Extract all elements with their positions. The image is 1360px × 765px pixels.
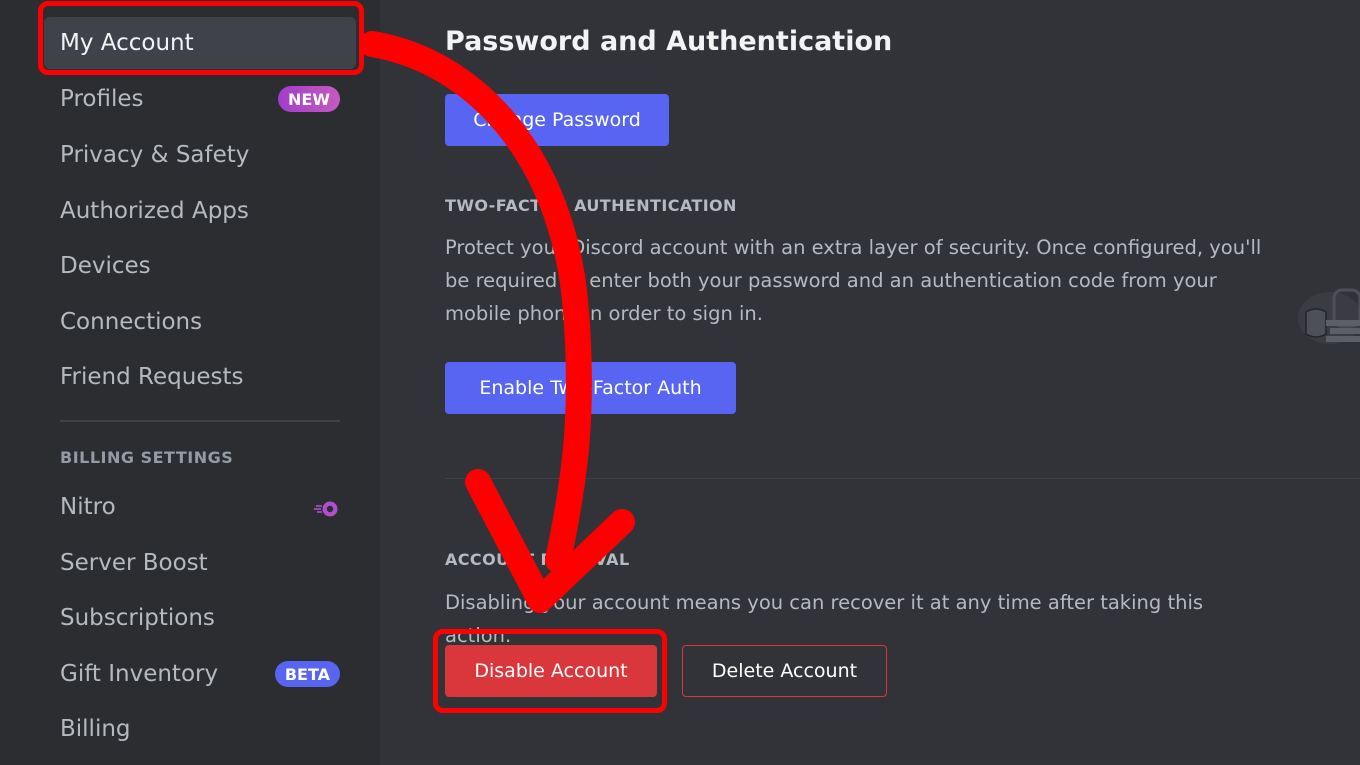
nitro-icon bbox=[314, 498, 340, 517]
sidebar-item-privacy-safety[interactable]: Privacy & Safety bbox=[44, 129, 356, 181]
page-title: Password and Authentication bbox=[445, 26, 893, 57]
sidebar-item-label: Nitro bbox=[60, 494, 116, 520]
two-factor-header: TWO-FACTOR AUTHENTICATION bbox=[445, 196, 737, 215]
sidebar-item-label: Server Boost bbox=[60, 550, 208, 576]
sidebar-item-label: Authorized Apps bbox=[60, 198, 249, 224]
sidebar-item-server-boost[interactable]: Server Boost bbox=[44, 537, 356, 589]
sidebar-divider bbox=[60, 420, 340, 422]
sidebar-item-label: Gift Inventory bbox=[60, 661, 219, 687]
beta-badge: BETA bbox=[274, 661, 340, 687]
account-removal-header: ACCOUNT REMOVAL bbox=[445, 550, 630, 569]
billing-settings-header: BILLING SETTINGS bbox=[60, 448, 234, 467]
enable-two-factor-button[interactable]: Enable Two-Factor Auth bbox=[445, 362, 736, 414]
disable-account-button[interactable]: Disable Account bbox=[445, 645, 657, 697]
sidebar-item-label: Privacy & Safety bbox=[60, 142, 250, 168]
sidebar-item-billing[interactable]: Billing bbox=[44, 703, 356, 755]
sidebar-item-my-account[interactable]: My Account bbox=[44, 17, 356, 69]
sidebar-item-label: Connections bbox=[60, 309, 203, 335]
sidebar-item-profiles[interactable]: Profiles NEW bbox=[44, 73, 356, 125]
sidebar-item-label: My Account bbox=[60, 30, 194, 56]
two-factor-description: Protect your Discord account with an ext… bbox=[445, 236, 1262, 325]
sidebar-item-subscriptions[interactable]: Subscriptions bbox=[44, 592, 356, 644]
sidebar-item-label: Profiles bbox=[60, 86, 144, 112]
sidebar-item-nitro[interactable]: Nitro bbox=[44, 481, 356, 533]
sidebar-item-label: Friend Requests bbox=[60, 364, 244, 390]
sidebar-item-devices[interactable]: Devices bbox=[44, 240, 356, 292]
sidebar-item-label: Subscriptions bbox=[60, 605, 215, 631]
section-divider bbox=[445, 478, 1360, 479]
sidebar-item-friend-requests[interactable]: Friend Requests bbox=[44, 351, 356, 403]
sidebar-item-gift-inventory[interactable]: Gift Inventory BETA bbox=[44, 648, 356, 700]
sidebar-item-authorized-apps[interactable]: Authorized Apps bbox=[44, 185, 356, 237]
delete-account-button[interactable]: Delete Account bbox=[682, 645, 887, 697]
sidebar-item-label: Billing bbox=[60, 716, 131, 742]
change-password-button[interactable]: Change Password bbox=[445, 94, 669, 146]
new-badge: NEW bbox=[278, 86, 340, 112]
sidebar-item-connections[interactable]: Connections bbox=[44, 296, 356, 348]
settings-content: Password and Authentication Change Passw… bbox=[380, 0, 1360, 765]
sidebar-item-label: Devices bbox=[60, 253, 151, 279]
settings-sidebar: My Account Profiles NEW Privacy & Safety… bbox=[0, 0, 380, 765]
account-removal-description: Disabling your account means you can rec… bbox=[445, 591, 1204, 647]
two-factor-illustration-icon bbox=[1290, 282, 1360, 352]
